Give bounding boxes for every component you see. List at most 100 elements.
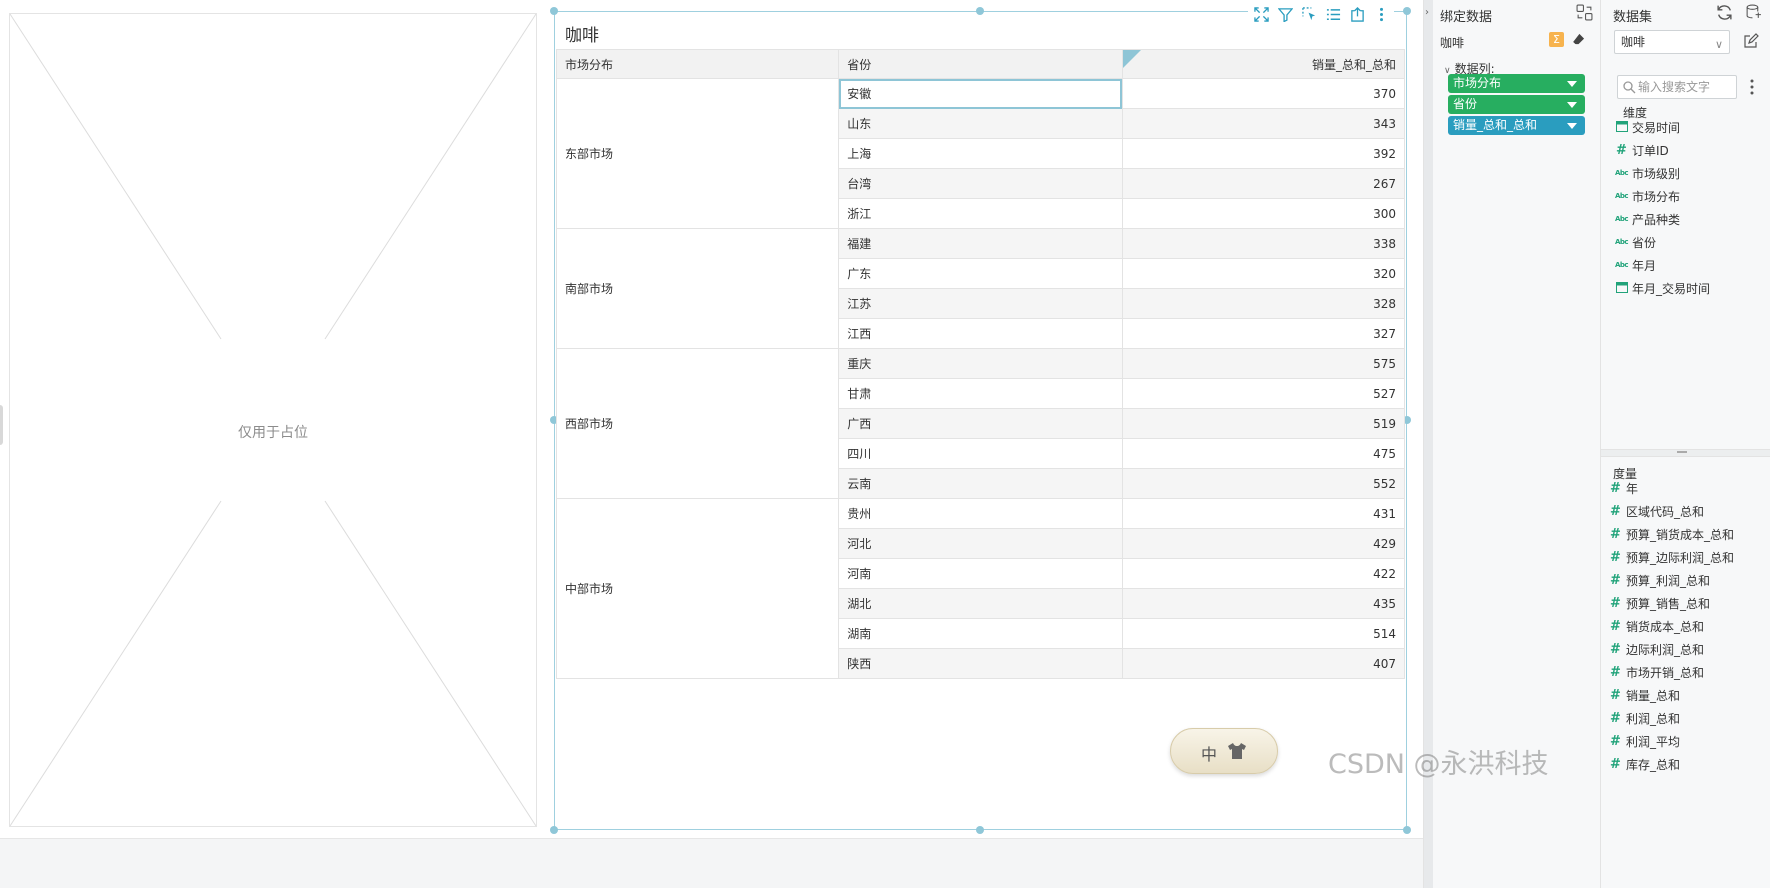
- province-cell[interactable]: 上海: [838, 138, 1123, 169]
- column-header-province[interactable]: 省份: [838, 49, 1123, 79]
- measure-field[interactable]: # 区域代码_总和: [1609, 502, 1704, 520]
- measure-field[interactable]: # 预算_利润_总和: [1609, 571, 1710, 589]
- edit-icon[interactable]: [1743, 33, 1759, 49]
- dataset-settings-icon[interactable]: [1745, 4, 1762, 21]
- sales-value-cell[interactable]: 267: [1121, 168, 1406, 199]
- market-cell[interactable]: 南部市场: [555, 228, 840, 349]
- sales-value-cell[interactable]: 338: [1121, 228, 1406, 259]
- province-cell[interactable]: 广东: [838, 258, 1123, 289]
- dimension-field[interactable]: 年月_交易时间: [1615, 279, 1710, 297]
- list-icon[interactable]: [1324, 5, 1342, 23]
- sales-value-cell[interactable]: 475: [1121, 438, 1406, 469]
- export-icon[interactable]: [1348, 5, 1366, 23]
- market-cell[interactable]: 中部市场: [555, 498, 840, 679]
- sales-value-cell[interactable]: 370: [1121, 78, 1406, 109]
- sales-value-cell[interactable]: 328: [1121, 288, 1406, 319]
- column-header-sales[interactable]: 销量_总和_总和: [1121, 49, 1406, 79]
- province-cell[interactable]: 湖南: [838, 618, 1123, 649]
- province-cell[interactable]: 贵州: [838, 498, 1123, 529]
- sales-value-cell[interactable]: 514: [1121, 618, 1406, 649]
- sales-value-cell[interactable]: 429: [1121, 528, 1406, 559]
- placeholder-component[interactable]: 仅用于占位: [9, 13, 537, 827]
- caret-down-icon[interactable]: [1567, 123, 1577, 129]
- market-cell[interactable]: 东部市场: [555, 78, 840, 229]
- dimension-field[interactable]: Abc 省份: [1615, 233, 1656, 251]
- refresh-icon[interactable]: [1716, 4, 1733, 21]
- measure-field[interactable]: # 预算_销售_总和: [1609, 594, 1710, 612]
- sales-value-cell[interactable]: 527: [1121, 378, 1406, 409]
- measure-field[interactable]: # 预算_边际利润_总和: [1609, 548, 1734, 566]
- measure-field[interactable]: # 销量_总和: [1609, 686, 1680, 704]
- resize-handle-tr[interactable]: [1403, 7, 1411, 15]
- more-icon[interactable]: [1372, 5, 1390, 23]
- province-cell[interactable]: 甘肃: [838, 378, 1123, 409]
- sum-icon[interactable]: Σ: [1549, 32, 1564, 47]
- sales-value-cell[interactable]: 552: [1121, 468, 1406, 499]
- resize-handle-tl[interactable]: [550, 7, 558, 15]
- measure-field[interactable]: # 销货成本_总和: [1609, 617, 1704, 635]
- province-cell[interactable]: 安徽: [838, 78, 1123, 109]
- resize-handle-br[interactable]: [1403, 826, 1411, 834]
- search-input[interactable]: [1638, 79, 1734, 95]
- dimension-field[interactable]: Abc 市场级别: [1615, 164, 1680, 182]
- province-cell[interactable]: 云南: [838, 468, 1123, 499]
- sales-value-cell[interactable]: 422: [1121, 558, 1406, 589]
- caret-down-icon[interactable]: [1567, 102, 1577, 108]
- province-cell[interactable]: 重庆: [838, 348, 1123, 379]
- expand-icon[interactable]: [1252, 5, 1270, 23]
- province-cell[interactable]: 浙江: [838, 198, 1123, 229]
- province-cell[interactable]: 江西: [838, 318, 1123, 349]
- filter-icon[interactable]: [1276, 5, 1294, 23]
- measure-field[interactable]: # 边际利润_总和: [1609, 640, 1704, 658]
- province-cell[interactable]: 山东: [838, 108, 1123, 139]
- resize-handle-t[interactable]: [976, 7, 984, 15]
- dataset-select[interactable]: 咖啡 ∨: [1614, 30, 1730, 54]
- market-cell[interactable]: 西部市场: [555, 348, 840, 499]
- resize-handle-b[interactable]: [976, 826, 984, 834]
- sales-value-cell[interactable]: 519: [1121, 408, 1406, 439]
- input-method-indicator[interactable]: 中: [1170, 728, 1278, 774]
- eraser-icon[interactable]: [1572, 33, 1585, 46]
- province-cell[interactable]: 河南: [838, 558, 1123, 589]
- province-cell[interactable]: 台湾: [838, 168, 1123, 199]
- more-options-icon[interactable]: [1749, 79, 1755, 95]
- dimension-field[interactable]: Abc 年月: [1615, 256, 1656, 274]
- dimension-field[interactable]: Abc 市场分布: [1615, 187, 1680, 205]
- dimension-field[interactable]: # 订单ID: [1615, 141, 1669, 159]
- sales-value-cell[interactable]: 327: [1121, 318, 1406, 349]
- sales-value-cell[interactable]: 392: [1121, 138, 1406, 169]
- resize-handle-bl[interactable]: [550, 826, 558, 834]
- caret-down-icon[interactable]: [1567, 81, 1577, 87]
- table-component[interactable]: 咖啡 市场分布 省份 销量_总和_总和 东部市场 安徽 370 山东 343 上海 392 台…: [550, 2, 1411, 834]
- panel-splitter[interactable]: [1601, 449, 1770, 457]
- measure-field[interactable]: # 利润_总和: [1609, 709, 1680, 727]
- province-cell[interactable]: 河北: [838, 528, 1123, 559]
- measure-field[interactable]: # 库存_总和: [1609, 755, 1680, 773]
- sales-value-cell[interactable]: 431: [1121, 498, 1406, 529]
- bound-field-pill[interactable]: 市场分布: [1448, 74, 1585, 93]
- switch-binding-icon[interactable]: [1576, 4, 1593, 21]
- left-panel-toggle[interactable]: [0, 405, 3, 445]
- sales-value-cell[interactable]: 435: [1121, 588, 1406, 619]
- dimension-field[interactable]: 交易时间: [1615, 118, 1680, 136]
- sales-value-cell[interactable]: 320: [1121, 258, 1406, 289]
- dimension-field[interactable]: Abc 产品种类: [1615, 210, 1680, 228]
- measure-field[interactable]: # 市场开销_总和: [1609, 663, 1704, 681]
- sales-value-cell[interactable]: 575: [1121, 348, 1406, 379]
- bound-field-pill[interactable]: 销量_总和_总和: [1448, 116, 1585, 135]
- column-header-market[interactable]: 市场分布: [555, 49, 840, 79]
- province-cell[interactable]: 广西: [838, 408, 1123, 439]
- province-cell[interactable]: 湖北: [838, 588, 1123, 619]
- province-cell[interactable]: 陕西: [838, 648, 1123, 679]
- province-cell[interactable]: 四川: [838, 438, 1123, 469]
- select-icon[interactable]: [1300, 5, 1318, 23]
- measure-field[interactable]: # 年: [1609, 479, 1638, 497]
- measure-field[interactable]: # 利润_平均: [1609, 732, 1680, 750]
- province-cell[interactable]: 福建: [838, 228, 1123, 259]
- province-cell[interactable]: 江苏: [838, 288, 1123, 319]
- measure-field[interactable]: # 预算_销货成本_总和: [1609, 525, 1734, 543]
- bound-field-pill[interactable]: 省份: [1448, 95, 1585, 114]
- sales-value-cell[interactable]: 343: [1121, 108, 1406, 139]
- sales-value-cell[interactable]: 407: [1121, 648, 1406, 679]
- sales-value-cell[interactable]: 300: [1121, 198, 1406, 229]
